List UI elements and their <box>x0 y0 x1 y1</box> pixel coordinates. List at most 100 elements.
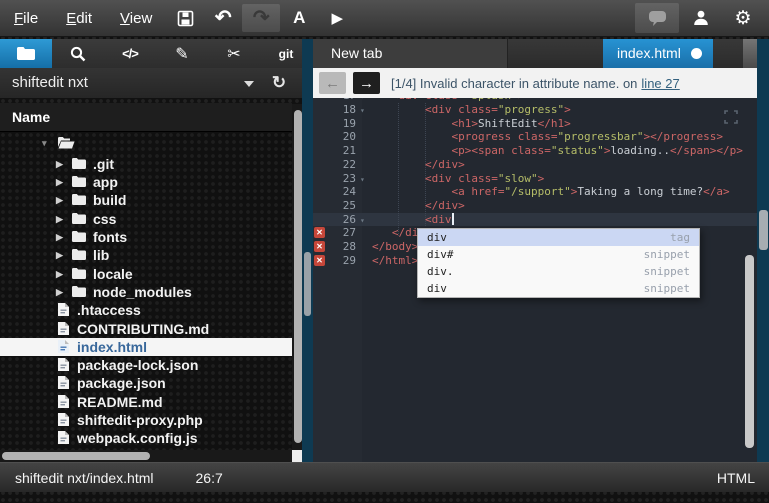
code-line-24[interactable]: 24 <a href="/support">Taking a long time… <box>313 185 757 199</box>
code-text: </div> <box>372 199 465 213</box>
expand-icon[interactable]: ▶ <box>56 177 63 188</box>
left-panel-splitter[interactable] <box>302 39 313 462</box>
right-splitter-grip[interactable] <box>759 210 768 250</box>
sidebar-tab-search[interactable] <box>52 39 104 68</box>
tree-item-index.html[interactable]: index.html <box>0 338 292 356</box>
run-button[interactable]: ▶ <box>318 4 356 32</box>
tree-item-.git[interactable]: ▶.git <box>0 155 292 173</box>
editor-scrollbar-thumb[interactable] <box>745 255 754 448</box>
line-number[interactable]: 26 <box>325 213 356 227</box>
code-line-18[interactable]: 18▾ <div class="progress"> <box>313 103 757 117</box>
expand-icon[interactable]: ▶ <box>56 159 63 170</box>
tree-item-node_modules[interactable]: ▶node_modules <box>0 283 292 301</box>
tree-item-package-lock.json[interactable]: package-lock.json <box>0 356 292 374</box>
autocomplete-item-div.[interactable]: div.snippet <box>418 263 699 280</box>
expand-icon[interactable]: ▶ <box>56 232 63 243</box>
autocomplete-item-div#[interactable]: div#snippet <box>418 246 699 263</box>
status-file-path: shiftedit nxt/index.html <box>15 470 154 486</box>
autocomplete-item-div[interactable]: divtag <box>418 229 699 246</box>
expand-icon[interactable]: ▶ <box>56 287 63 298</box>
redo-button[interactable]: ↷ <box>242 4 280 32</box>
code-line-26[interactable]: 26▾ <div <box>313 213 757 227</box>
folder-icon <box>72 213 86 224</box>
code-line-20[interactable]: 20 <progress class="progressbar"></progr… <box>313 130 757 144</box>
project-selector[interactable]: shiftedit nxt ↻ <box>0 68 302 98</box>
tab-list-button[interactable] <box>743 39 757 68</box>
tree-item-shiftedit-proxy.php[interactable]: shiftedit-proxy.php <box>0 411 292 429</box>
fold-toggle-icon[interactable]: ▾ <box>360 104 365 118</box>
tree-item-.htaccess[interactable]: .htaccess <box>0 301 292 319</box>
line-number[interactable]: 24 <box>325 185 356 199</box>
tree-item-locale[interactable]: ▶locale <box>0 265 292 283</box>
collapse-icon[interactable]: ▾ <box>42 138 47 149</box>
menu-view[interactable]: View <box>106 10 166 27</box>
tree-item-webpack.config.js[interactable]: webpack.config.js <box>0 429 292 447</box>
expand-icon[interactable]: ▶ <box>56 250 63 261</box>
sidebar-tab-snippets[interactable]: </> <box>104 39 156 68</box>
folder-icon <box>72 268 86 279</box>
tree-root[interactable]: ▾ <box>0 134 292 152</box>
line-number[interactable]: 21 <box>325 144 356 158</box>
completion-label: div# <box>427 248 454 261</box>
line-number[interactable]: 19 <box>325 117 356 131</box>
tree-item-README.md[interactable]: README.md <box>0 393 292 411</box>
previous-error-button[interactable]: ← <box>319 72 346 94</box>
tree-horizontal-scrollbar-thumb[interactable] <box>2 452 150 460</box>
left-splitter-grip[interactable] <box>304 252 311 316</box>
code-line-25[interactable]: 25 </div> <box>313 199 757 213</box>
settings-button[interactable]: ⚙ <box>723 4 763 32</box>
tree-item-build[interactable]: ▶build <box>0 191 292 209</box>
line-number[interactable]: 29 <box>325 254 356 268</box>
line-number[interactable]: 18 <box>325 103 356 117</box>
expand-icon[interactable]: ▶ <box>56 195 63 206</box>
status-mode-selector[interactable]: HTML <box>717 470 755 486</box>
code-line-21[interactable]: 21 <p><span class="status">loading..</sp… <box>313 144 757 158</box>
tree-item-lib[interactable]: ▶lib <box>0 246 292 264</box>
sidebar-tab-tools[interactable]: ✂ <box>208 39 260 68</box>
tree-item-fonts[interactable]: ▶fonts <box>0 228 292 246</box>
refresh-button[interactable]: ↻ <box>266 68 292 98</box>
sidebar-tab-files[interactable] <box>0 39 52 68</box>
tree-item-package.json[interactable]: package.json <box>0 374 292 392</box>
autocomplete-item-div[interactable]: divsnippet <box>418 280 699 297</box>
line-number[interactable]: 23 <box>325 172 356 186</box>
sidebar-tab-edit[interactable]: ✎ <box>156 39 208 68</box>
expand-icon[interactable]: ▶ <box>56 214 63 225</box>
tab-new-tab[interactable]: New tab <box>313 39 508 68</box>
pencil-icon: ✎ <box>175 44 188 64</box>
tree-item-CONTRIBUTING.md[interactable]: CONTRIBUTING.md <box>0 320 292 338</box>
tab-index-html[interactable]: index.html <box>603 39 713 68</box>
tree-item-css[interactable]: ▶css <box>0 210 292 228</box>
line-number[interactable]: 27 <box>325 226 356 240</box>
tab-label: index.html <box>617 45 681 61</box>
error-line-link[interactable]: line 27 <box>641 76 679 91</box>
fullscreen-toggle-icon[interactable] <box>724 110 738 124</box>
code-line-19[interactable]: 19 <h1>ShiftEdit</h1> <box>313 117 757 131</box>
undo-button[interactable]: ↶ <box>204 4 242 32</box>
chat-button[interactable] <box>635 3 679 33</box>
folder-icon <box>72 158 86 169</box>
line-number[interactable]: 20 <box>325 130 356 144</box>
line-number[interactable]: 22 <box>325 158 356 172</box>
menu-edit[interactable]: Edit <box>52 10 106 27</box>
next-error-button[interactable]: → <box>353 72 380 94</box>
code-line-22[interactable]: 22 </div> <box>313 158 757 172</box>
fold-toggle-icon[interactable]: ▾ <box>360 173 365 187</box>
tree-vertical-scrollbar-thumb[interactable] <box>294 110 302 443</box>
code-line-23[interactable]: 23 ▾ <div class="slow"> <box>313 172 757 186</box>
fold-toggle-icon[interactable]: ▾ <box>360 214 365 228</box>
font-button[interactable]: A <box>280 4 318 32</box>
expand-icon[interactable]: ▶ <box>56 269 63 280</box>
right-panel-splitter[interactable] <box>757 39 769 462</box>
code-text: <div class="slow"> <box>372 172 544 186</box>
folder-icon <box>72 231 86 242</box>
account-button[interactable] <box>679 4 723 32</box>
tree-item-app[interactable]: ▶app <box>0 173 292 191</box>
line-number[interactable]: 25 <box>325 199 356 213</box>
tree-item-label: CONTRIBUTING.md <box>77 321 209 337</box>
menu-file[interactable]: File <box>0 10 52 27</box>
line-number[interactable]: 28 <box>325 240 356 254</box>
folder-icon <box>72 176 86 187</box>
folder-icon <box>72 194 86 205</box>
save-button[interactable] <box>166 4 204 32</box>
